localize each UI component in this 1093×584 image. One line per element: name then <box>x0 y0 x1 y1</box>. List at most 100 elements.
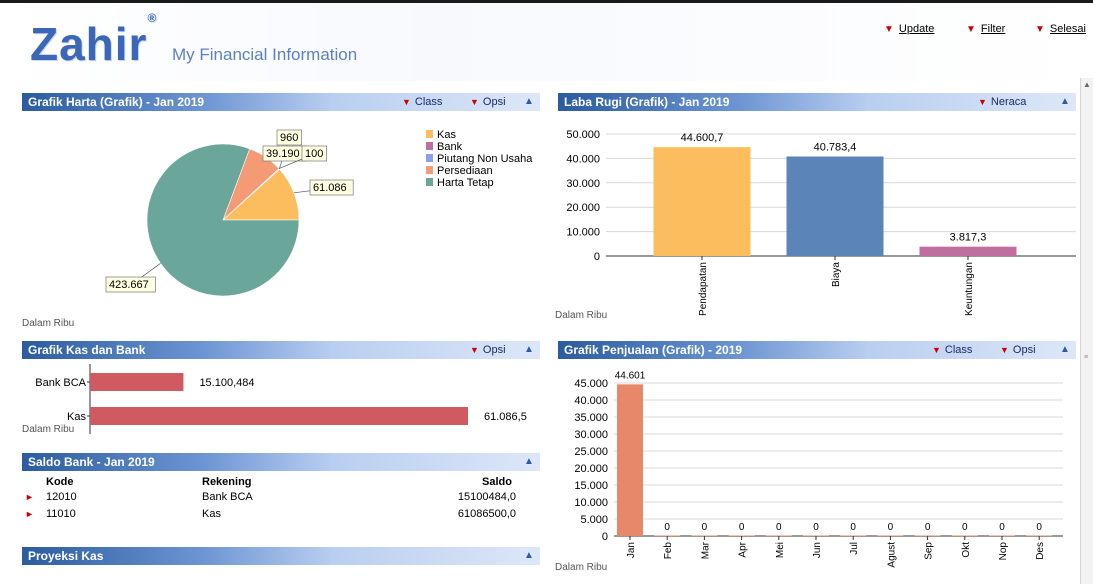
kasbank-panel-title: Grafik Kas dan Bank <box>28 343 146 357</box>
harta-unit-note: Dalam Ribu <box>22 318 75 329</box>
x-tick-label: Sep <box>924 542 935 560</box>
bar-mar[interactable] <box>691 535 718 537</box>
dropdown-arrow-icon: ▼ <box>1000 345 1009 355</box>
collapse-icon[interactable]: ▲ <box>524 96 534 107</box>
app-header: Zahir® My Financial Information ▼ Update … <box>0 3 1093 81</box>
collapse-icon[interactable]: ▲ <box>524 550 534 561</box>
x-tick-label: Jan <box>626 542 637 558</box>
legend-item: Bank <box>437 141 463 153</box>
legend-swatch <box>426 142 433 150</box>
y-tick-label: 50.000 <box>566 129 600 141</box>
dropdown-arrow-icon: ▼ <box>1035 24 1045 35</box>
zahir-logo: Zahir® <box>30 10 158 70</box>
bar-apr[interactable] <box>728 535 755 537</box>
bar-value-label: 44.600,7 <box>681 132 724 144</box>
scroll-up-icon[interactable]: ▲ <box>1083 80 1091 89</box>
x-tick-label: Okt <box>961 542 972 558</box>
bar-okt[interactable] <box>951 535 978 537</box>
y-tick-label: Kas <box>67 411 86 423</box>
laba-bar-chart: 50.000 40.000 30.000 20.000 10.000 0 44.600,7 P… <box>566 129 1076 316</box>
label-persediaan: 39.190 <box>266 148 300 160</box>
penjualan-unit-note: Dalam Ribu <box>555 562 608 573</box>
bar-des[interactable] <box>1026 535 1053 537</box>
bar-value-label: 44.601 <box>615 370 646 381</box>
y-tick-label: Bank BCA <box>35 377 86 389</box>
harta-class-button[interactable]: ▼ Class <box>402 96 442 108</box>
x-tick-label: Mei <box>775 542 786 558</box>
bar-jun[interactable] <box>803 535 829 537</box>
y-tick-label: 0 <box>594 251 600 263</box>
laba-panel-header: Laba Rugi (Grafik) - Jan 2019 ▼ Neraca ▲ <box>558 93 1076 111</box>
bar-mei[interactable] <box>765 535 792 537</box>
col-header-saldo[interactable]: Saldo <box>482 476 512 488</box>
bar-feb[interactable] <box>654 535 681 537</box>
harta-panel-title: Grafik Harta (Grafik) - Jan 2019 <box>28 95 205 109</box>
col-header-kode[interactable]: Kode <box>46 476 74 488</box>
penjualan-panel-title: Grafik Penjualan (Grafik) - 2019 <box>564 343 743 357</box>
penjualan-opsi-button[interactable]: ▼ Opsi <box>1000 344 1036 356</box>
dropdown-arrow-icon: ▼ <box>978 97 987 107</box>
label-kas: 61.086 <box>313 182 347 194</box>
vertical-scrollbar[interactable]: ▲ ≡ <box>1080 78 1093 584</box>
x-tick-label: Jun <box>812 542 823 558</box>
kasbank-bar-chart: Bank BCA 15.100,484 Kas 61.086,5 <box>35 364 527 434</box>
kasbank-opsi-button[interactable]: ▼ Opsi <box>470 344 506 356</box>
y-tick-label: 30.000 <box>574 429 608 441</box>
harta-panel-header: Grafik Harta (Grafik) - Jan 2019 ▼ Class … <box>22 93 540 111</box>
bar-pendapatan[interactable] <box>653 147 751 256</box>
bar-value-label: 0 <box>850 522 856 533</box>
legend-swatch <box>426 130 433 138</box>
bar-sep[interactable] <box>914 535 941 537</box>
bar-value-label: 0 <box>999 522 1005 533</box>
legend-item: Kas <box>437 129 456 141</box>
bar-value-label: 0 <box>1036 522 1042 533</box>
bar-keuntungan[interactable] <box>919 246 1017 256</box>
proyeksi-panel-title: Proyeksi Kas <box>28 549 104 563</box>
saldo-panel-title: Saldo Bank - Jan 2019 <box>28 455 155 469</box>
bar-biaya[interactable] <box>786 156 884 256</box>
cell-rekening: Kas <box>202 508 221 520</box>
cell-kode: 11010 <box>46 508 76 520</box>
scroll-grip-icon[interactable]: ≡ <box>1084 354 1091 361</box>
collapse-icon[interactable]: ▲ <box>1060 96 1070 107</box>
y-tick-label: 20.000 <box>574 463 608 475</box>
collapse-icon[interactable]: ▲ <box>524 344 534 355</box>
legend-item: Harta Tetap <box>437 177 494 189</box>
row-pointer-icon: ► <box>25 509 34 519</box>
col-header-rekening[interactable]: Rekening <box>202 476 252 488</box>
harta-pie-chart: 61.086 960 39.190 100 423.667 KasBankPiutang … <box>105 129 533 297</box>
x-tick-label: Agust <box>886 542 897 568</box>
dropdown-arrow-icon: ▼ <box>932 345 941 355</box>
kasbank-unit-note: Dalam Ribu <box>22 424 75 435</box>
y-tick-label: 35.000 <box>574 412 608 424</box>
saldo-panel-header: Saldo Bank - Jan 2019 ▲ <box>22 453 540 471</box>
penjualan-bar-chart: 45.000 40.000 35.000 30.000 25.000 20.000 15.0… <box>574 370 1063 568</box>
bar-jan[interactable] <box>617 384 643 536</box>
y-tick-label: 30.000 <box>566 178 600 190</box>
bar-value-label: 40.783,4 <box>814 141 857 153</box>
legend-swatch <box>426 154 433 162</box>
x-tick-label: Jul <box>849 542 860 555</box>
bar-bank-bca[interactable] <box>90 373 184 391</box>
filter-button[interactable]: ▼ Filter <box>966 23 1005 35</box>
x-tick-label: Apr <box>738 541 749 557</box>
y-tick-label: 40.000 <box>574 395 608 407</box>
bar-kas[interactable] <box>90 407 468 425</box>
selesai-button[interactable]: ▼ Selesai <box>1035 23 1086 35</box>
bar-value-label: 0 <box>776 522 782 533</box>
y-tick-label: 20.000 <box>566 202 600 214</box>
harta-opsi-button[interactable]: ▼ Opsi <box>470 96 506 108</box>
bar-jul[interactable] <box>840 535 867 537</box>
penjualan-class-button[interactable]: ▼ Class <box>932 344 972 356</box>
bar-value-label: 15.100,484 <box>199 377 254 389</box>
label-bank: 960 <box>280 132 298 144</box>
dropdown-arrow-icon: ▼ <box>470 345 479 355</box>
collapse-icon[interactable]: ▲ <box>524 456 534 467</box>
bar-nop[interactable] <box>989 535 1015 537</box>
laba-neraca-button[interactable]: ▼ Neraca <box>978 96 1026 108</box>
bar-agust[interactable] <box>877 535 904 537</box>
update-button[interactable]: ▼ Update <box>884 23 934 35</box>
cell-rekening: Bank BCA <box>202 491 253 503</box>
y-tick-label: 5.000 <box>580 514 608 526</box>
collapse-icon[interactable]: ▲ <box>1060 344 1070 355</box>
